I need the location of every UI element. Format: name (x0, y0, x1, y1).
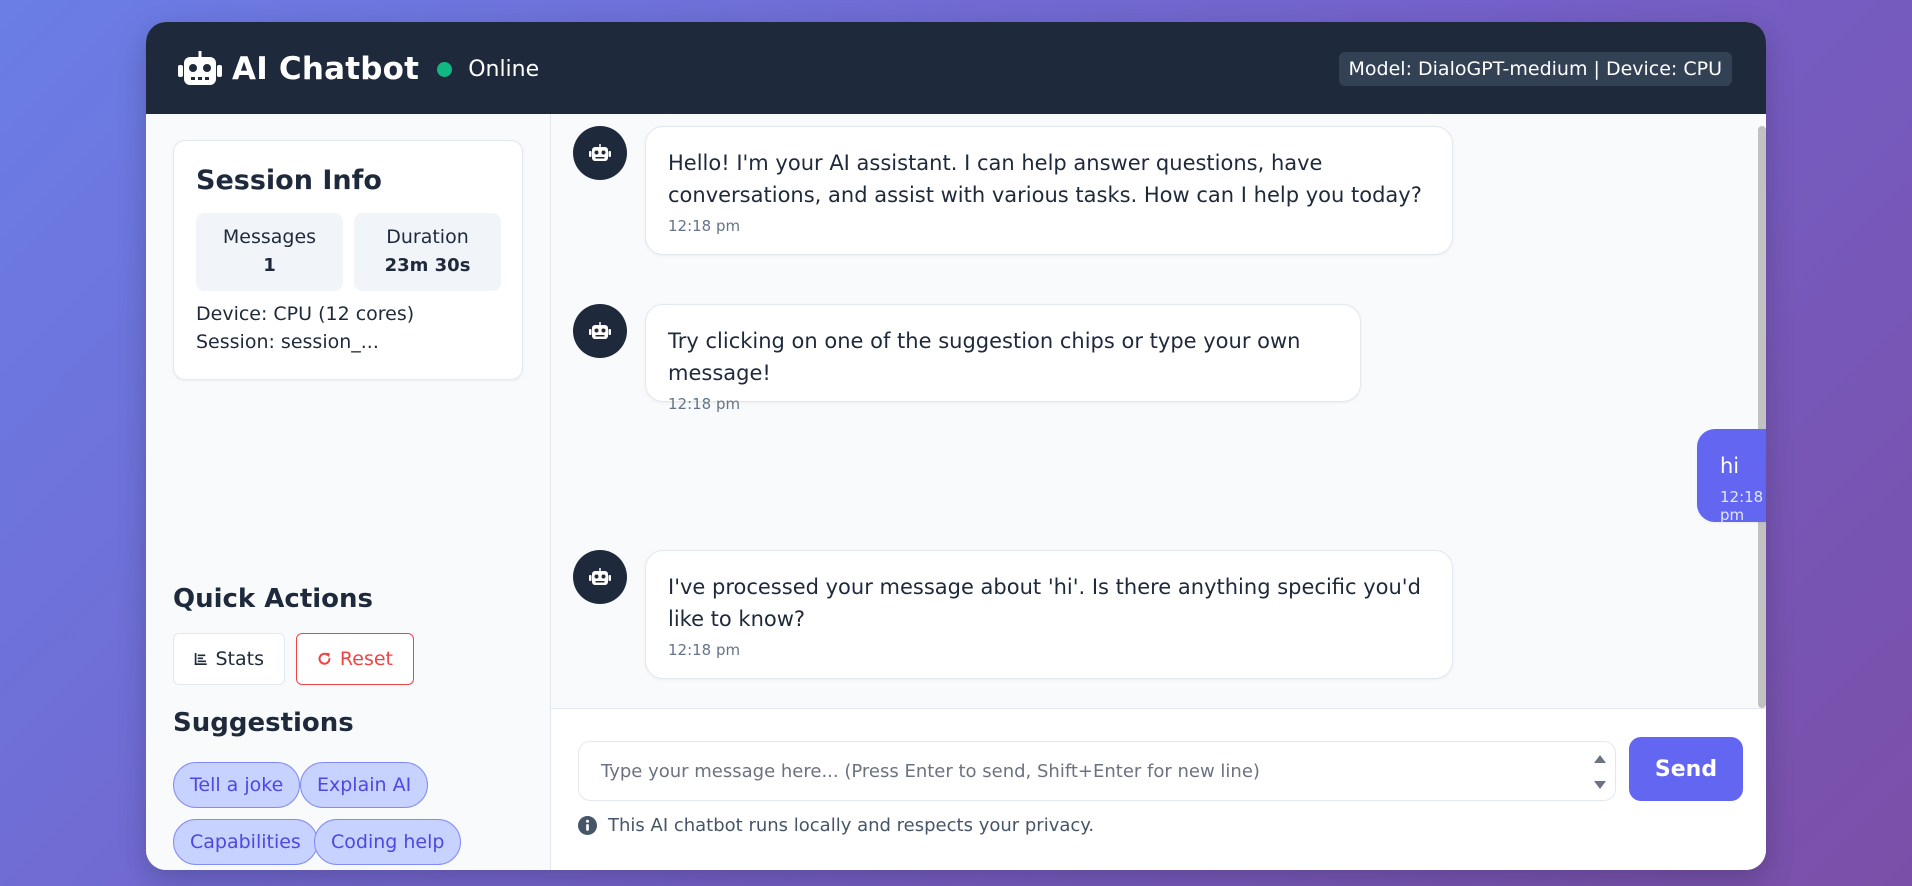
stats-button[interactable]: Stats (173, 633, 285, 685)
reset-button[interactable]: Reset (296, 633, 414, 685)
bar-chart-icon (194, 653, 207, 665)
app-header: AI Chatbot Online Model: DialoGPT-medium… (146, 22, 1766, 114)
reset-button-label: Reset (339, 648, 393, 670)
info-icon (578, 816, 597, 835)
scroll-down-arrow-icon[interactable] (1594, 781, 1606, 789)
bot-avatar (573, 304, 627, 358)
session-info-card: Session Info Messages 1 Duration 23m 30s… (173, 140, 523, 380)
bot-avatar (573, 126, 627, 180)
robot-icon (589, 568, 611, 585)
suggestions-title: Suggestions (173, 708, 354, 738)
message-text: hi (1720, 454, 1740, 478)
app-title: AI Chatbot (232, 51, 420, 87)
message-input[interactable] (578, 741, 1616, 801)
robot-icon (589, 322, 611, 339)
message-text: Hello! I'm your AI assistant. I can help… (668, 151, 1422, 207)
messages-stat-label: Messages (222, 226, 317, 248)
privacy-note-text: This AI chatbot runs locally and respect… (608, 815, 1095, 836)
model-info-badge: Model: DialoGPT-medium | Device: CPU (1338, 52, 1732, 86)
robot-icon (589, 144, 611, 161)
messages-stat-value: 1 (263, 255, 276, 276)
bot-message: I've processed your message about 'hi'. … (645, 550, 1453, 679)
duration-stat-value: 23m 30s (384, 255, 471, 276)
bot-message: Try clicking on one of the suggestion ch… (645, 304, 1361, 413)
message-time: 12:18 pm (668, 217, 741, 235)
duration-stat: Duration 23m 30s (354, 213, 501, 291)
message-text: I've processed your message about 'hi'. … (668, 575, 1421, 631)
send-button[interactable]: Send (1629, 737, 1743, 801)
online-status-dot (437, 61, 453, 77)
chat-messages-area[interactable]: Hello! I'm your AI assistant. I can help… (551, 114, 1766, 708)
quick-actions-title: Quick Actions (173, 584, 374, 614)
message-composer: Send This AI chatbot runs locally and re… (551, 708, 1766, 870)
suggestion-chip-joke[interactable]: Tell a joke (173, 762, 301, 808)
online-status-text: Online (468, 56, 540, 82)
message-time: 12:18 pm (668, 395, 741, 413)
message-text: Try clicking on one of the suggestion ch… (668, 329, 1301, 385)
chat-app-window: AI Chatbot Online Model: DialoGPT-medium… (146, 22, 1766, 870)
chat-scrollbar[interactable] (1758, 126, 1766, 708)
message-time: 12:18 pm (1720, 488, 1764, 524)
message-time: 12:18 pm (668, 641, 741, 659)
privacy-note: This AI chatbot runs locally and respect… (578, 815, 1094, 836)
user-message: hi 12:18 pm (1697, 429, 1766, 524)
suggestion-chip-capabilities[interactable]: Capabilities (173, 819, 318, 865)
reset-rotate-icon (318, 652, 331, 665)
suggestion-chip-coding-help[interactable]: Coding help (314, 819, 462, 865)
sidebar: Session Info Messages 1 Duration 23m 30s… (146, 114, 551, 870)
brand: AI Chatbot Online (178, 49, 539, 89)
device-info: Device: CPU (12 cores) (196, 303, 415, 325)
session-info-title: Session Info (196, 165, 382, 196)
messages-stat: Messages 1 (196, 213, 343, 291)
session-id: Session: session_... (196, 331, 379, 353)
bot-message: Hello! I'm your AI assistant. I can help… (645, 126, 1453, 255)
suggestion-chip-explain-ai[interactable]: Explain AI (300, 762, 429, 808)
bot-avatar (573, 550, 627, 604)
duration-stat-label: Duration (386, 226, 469, 248)
robot-icon (178, 51, 222, 85)
scroll-up-arrow-icon[interactable] (1594, 755, 1606, 763)
stats-button-label: Stats (215, 648, 264, 670)
